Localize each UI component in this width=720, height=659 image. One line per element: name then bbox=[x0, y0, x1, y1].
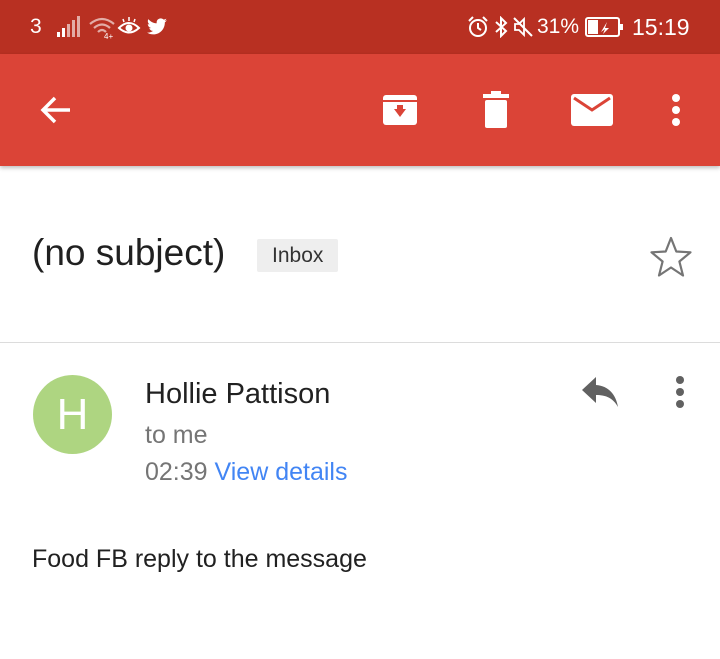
mark-unread-button[interactable] bbox=[556, 54, 628, 166]
reply-icon bbox=[582, 377, 618, 407]
message-body: Food FB reply to the message bbox=[32, 545, 367, 573]
battery-percent-text: 31% bbox=[537, 15, 580, 38]
more-icon bbox=[672, 94, 680, 126]
status-bar: 3 4+ 31% 15:19 bbox=[0, 0, 720, 54]
view-details-link[interactable]: View details bbox=[215, 458, 348, 486]
twitter-icon bbox=[146, 0, 168, 54]
avatar-letter: H bbox=[56, 389, 89, 439]
more-vert-icon bbox=[676, 376, 684, 408]
back-button[interactable] bbox=[20, 54, 92, 166]
carrier-label: 3 bbox=[30, 0, 42, 54]
message-more-button[interactable] bbox=[660, 370, 700, 414]
reply-button[interactable] bbox=[574, 368, 626, 416]
archive-icon bbox=[383, 95, 417, 125]
inbox-label[interactable]: Inbox bbox=[257, 239, 339, 272]
recipient-text: to me bbox=[145, 421, 208, 449]
divider bbox=[0, 342, 720, 343]
delete-button[interactable] bbox=[460, 54, 532, 166]
message-time: 02:39 bbox=[145, 458, 208, 486]
alarm-icon bbox=[467, 0, 489, 54]
app-bar bbox=[0, 54, 720, 166]
back-icon bbox=[40, 96, 70, 124]
more-options-button[interactable] bbox=[640, 54, 712, 166]
signal-icon bbox=[56, 0, 82, 54]
sender-name: Hollie Pattison bbox=[145, 378, 331, 410]
subject-row: (no subject) Inbox bbox=[0, 170, 720, 342]
star-button[interactable] bbox=[646, 232, 696, 282]
delete-icon bbox=[483, 91, 509, 128]
time-row: 02:39 View details bbox=[145, 458, 347, 487]
bluetooth-icon bbox=[494, 0, 508, 54]
mute-icon bbox=[512, 0, 534, 54]
svg-text:4+: 4+ bbox=[104, 32, 113, 39]
mark-unread-icon bbox=[571, 94, 613, 126]
star-icon bbox=[650, 236, 692, 277]
carrier-text: 3 bbox=[30, 15, 42, 38]
email-subject: (no subject) bbox=[32, 232, 226, 273]
battery-percent: 31% bbox=[537, 0, 579, 54]
avatar[interactable]: H bbox=[33, 375, 112, 454]
battery-icon bbox=[585, 0, 625, 54]
archive-button[interactable] bbox=[364, 54, 436, 166]
clock-text: 15:19 bbox=[632, 13, 690, 40]
eye-icon bbox=[117, 0, 141, 54]
clock: 15:19 bbox=[632, 0, 690, 54]
wifi-icon: 4+ bbox=[88, 0, 116, 54]
